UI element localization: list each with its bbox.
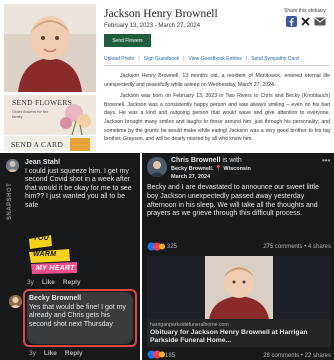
avatar[interactable]	[6, 159, 19, 172]
obituary-dates: February 13, 2023 - March 27, 2024	[104, 23, 201, 29]
view-guestbook-link[interactable]: View Guestbook Entries	[189, 56, 242, 62]
avatar[interactable]	[9, 295, 22, 308]
upload-photo-link[interactable]: Upload Photo	[104, 56, 134, 62]
send-flowers-title: SEND FLOWERS	[12, 98, 73, 107]
comment-text: I could just squeeze him. I get my secon…	[25, 168, 132, 209]
location-pin-icon: 📍	[215, 166, 222, 172]
link-domain: harriganparksidefuneralhome.com	[150, 322, 229, 328]
obituary-name: Jackson Henry Brownell	[104, 8, 218, 20]
facebook-icon[interactable]	[286, 16, 297, 27]
comment-time: 3y	[27, 279, 34, 286]
post-author-line: Chris Brownell is with	[171, 157, 242, 164]
send-flowers-card[interactable]: SEND FLOWERS Order flowers for the famil…	[4, 95, 96, 135]
reaction-icons	[147, 350, 165, 360]
share-label: Share this obituary	[284, 8, 326, 14]
obituary-links: Upload Photo | Sign Guestbook | View Gue…	[104, 56, 332, 62]
x-icon[interactable]	[300, 16, 311, 27]
reaction-count[interactable]: 185	[165, 353, 175, 359]
link-separator: |	[245, 56, 248, 62]
obituary-paragraph: Jackson was born on February 13, 2023 in…	[104, 93, 330, 143]
post-stats: 325 275 comments • 4 shares	[147, 242, 331, 251]
highlight-box	[23, 289, 137, 347]
post-with-text: is with	[222, 157, 242, 164]
comment-author[interactable]: Jean Stahl	[25, 159, 60, 166]
send-flowers-button[interactable]: Send Flowers	[104, 34, 151, 47]
comment-time: 3y	[29, 350, 36, 357]
like-button[interactable]: Like	[44, 350, 57, 357]
send-sympathy-card-link[interactable]: Send Sympathy Card	[251, 56, 299, 62]
share-icons	[286, 16, 326, 27]
email-icon[interactable]	[314, 16, 326, 27]
sign-guestbook-link[interactable]: Sign Guestbook	[144, 56, 180, 62]
send-card-title: SEND A CARD	[11, 140, 64, 149]
post-tag-line: Becky Brownell. 📍 Wisconsin	[171, 166, 251, 172]
obituary-photo	[4, 4, 96, 92]
avatar[interactable]	[147, 157, 167, 177]
post-link-image[interactable]	[147, 256, 331, 319]
post-body: Becky and I are devastated to announce o…	[147, 184, 319, 218]
link-separator: |	[138, 56, 140, 62]
obituary-text: Jackson Henry Brownell, 13 months old, a…	[104, 72, 330, 147]
snapshot-label: SNAPSHOT	[7, 183, 13, 220]
reaction-icons	[147, 242, 165, 251]
comment-actions: 3y Like Reply	[29, 350, 83, 357]
link-title[interactable]: Obituary for Jackson Henry Brownell at H…	[150, 329, 330, 345]
snapshot-text: SNAPSHOT	[7, 183, 13, 220]
reply-button[interactable]: Reply	[65, 350, 83, 357]
comment-share-count[interactable]: 275 comments • 4 shares	[263, 244, 331, 250]
comment-share-count[interactable]: 28 comments • 22 shares	[263, 353, 331, 359]
sticker-text: WARM	[33, 251, 57, 258]
post-date[interactable]: March 27, 2024	[171, 174, 210, 180]
link-separator: |	[183, 56, 185, 62]
like-button[interactable]: Like	[42, 279, 55, 286]
post-stats: 185 28 comments • 22 shares	[147, 350, 331, 360]
sticker-text: YOU	[33, 235, 50, 242]
sticker-text: MY HEART	[36, 265, 75, 272]
reply-button[interactable]: Reply	[63, 279, 81, 286]
post-tagged-user[interactable]: Becky Brownell.	[171, 166, 214, 172]
obituary-paragraph: Jackson Henry Brownell, 13 months old, a…	[104, 73, 330, 88]
post-author[interactable]: Chris Brownell	[171, 157, 220, 164]
post-location[interactable]: Wisconsin	[223, 166, 250, 172]
more-icon[interactable]: •••	[322, 156, 330, 165]
comment-actions: 3y Like Reply	[27, 279, 81, 286]
send-flowers-subtitle: Order flowers for the family	[12, 109, 49, 119]
obituary-divider	[104, 65, 330, 66]
reaction-count[interactable]: 325	[167, 244, 177, 250]
send-card-card[interactable]: SEND A CARD	[4, 136, 96, 151]
